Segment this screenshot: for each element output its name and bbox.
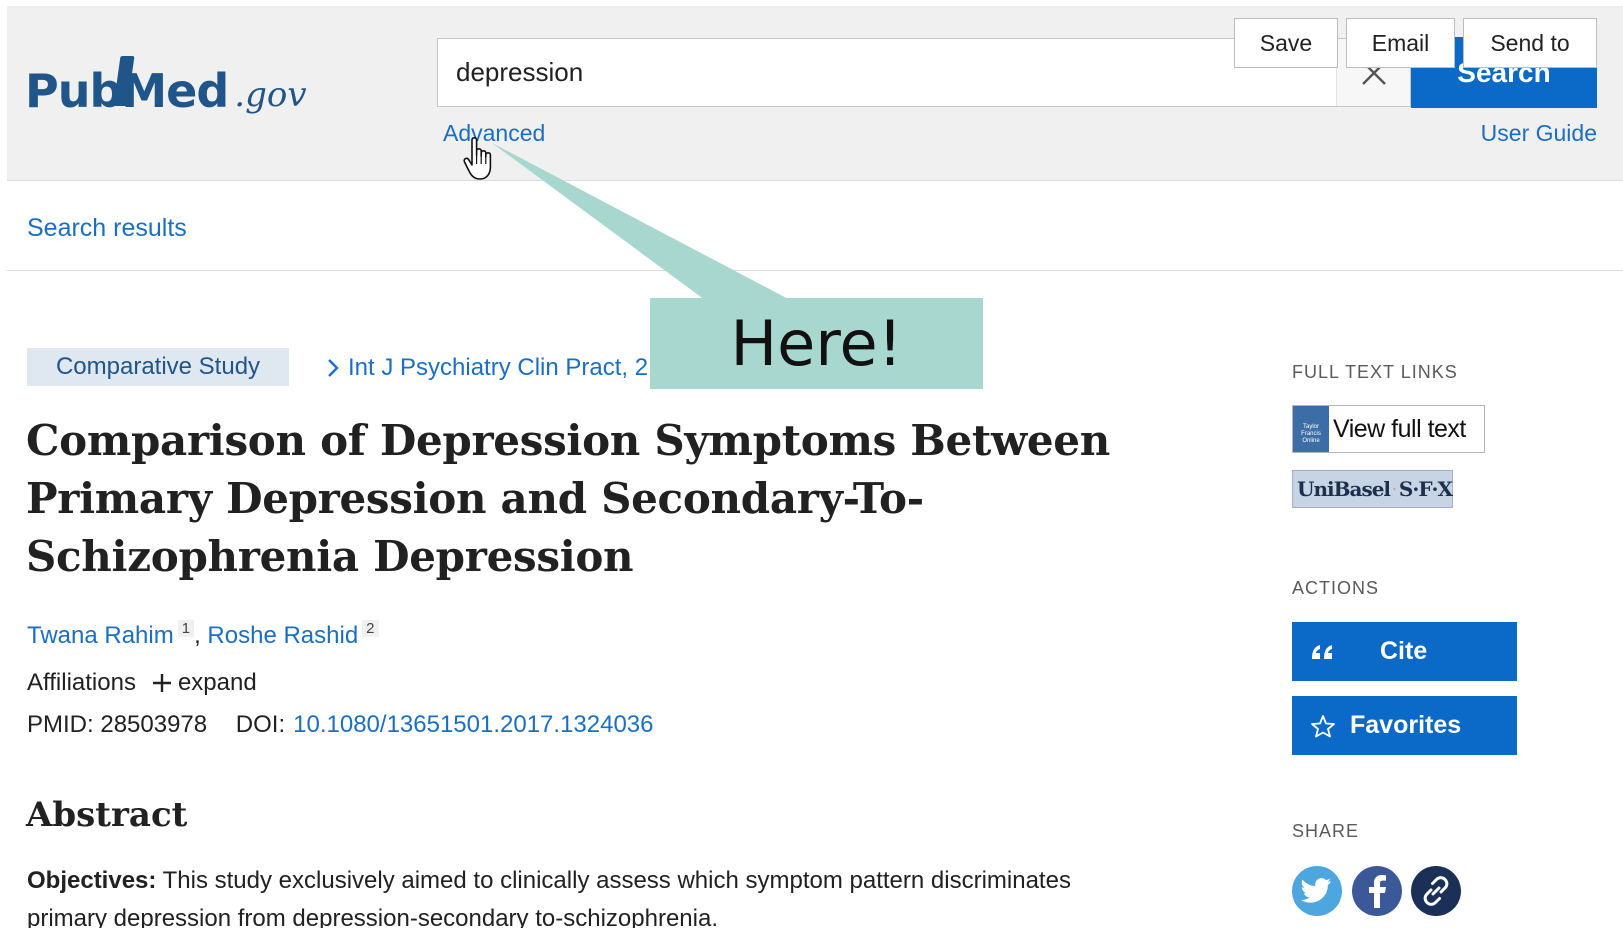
results-toolbar: Search results — [7, 182, 1623, 271]
twitter-icon — [1301, 878, 1331, 903]
objectives-text: This study exclusively aimed to clinical… — [27, 867, 1071, 928]
author-separator: , — [194, 622, 201, 649]
callout-label: Here! — [650, 298, 983, 389]
cite-button[interactable]: Cite — [1292, 622, 1517, 681]
view-full-text-link[interactable]: Taylor Francis Online View full text — [1292, 405, 1485, 453]
identifiers-row: PMID: 28503978 DOI: 10.1080/13651501.2017… — [27, 711, 654, 739]
logo-suffix: .gov — [234, 75, 307, 115]
affiliation-ref[interactable]: 1 — [177, 620, 195, 637]
pubmed-logo[interactable]: Pub Med .gov — [25, 34, 307, 114]
favorites-button[interactable]: Favorites — [1292, 696, 1517, 755]
full-text-links-heading: FULL TEXT LINKS — [1292, 362, 1458, 382]
affiliations-row: Affiliations expand — [27, 669, 257, 697]
email-button[interactable]: Email — [1346, 18, 1455, 68]
plus-icon — [152, 674, 171, 692]
sfx-left-label: UniBasel — [1297, 477, 1391, 501]
share-twitter-button[interactable] — [1292, 866, 1342, 916]
journal-citation-link[interactable]: Int J Psychiatry Clin Pract, 2 — [326, 354, 648, 382]
actions-heading: ACTIONS — [1292, 578, 1380, 598]
pmid-value: 28503978 — [100, 711, 208, 738]
share-permalink-button[interactable] — [1411, 866, 1461, 916]
affiliation-ref[interactable]: 2 — [362, 620, 379, 637]
search-input[interactable] — [438, 39, 1338, 106]
facebook-icon — [1369, 875, 1386, 908]
taylor-francis-logo: Taylor Francis Online — [1293, 406, 1329, 452]
sfx-right-label: S·F·X — [1398, 477, 1453, 501]
view-full-text-label: View full text — [1333, 414, 1466, 443]
author-link[interactable]: Roshe Rashid — [207, 622, 358, 649]
chevron-right-icon — [328, 359, 339, 377]
advanced-search-link[interactable]: Advanced — [443, 120, 545, 147]
sfx-swirl-icon — [1393, 487, 1396, 491]
link-icon — [1423, 876, 1449, 906]
doi-label: DOI: — [235, 711, 286, 738]
abstract-paragraph: Objectives: This study exclusively aimed… — [27, 862, 1147, 928]
publication-type-badge: Comparative Study — [27, 348, 289, 386]
expand-affiliations-button[interactable]: expand — [152, 669, 257, 697]
expand-label: expand — [177, 669, 257, 696]
affiliations-label: Affiliations — [27, 669, 136, 696]
author-link[interactable]: Twana Rahim — [27, 622, 174, 649]
abstract-heading: Abstract — [26, 795, 188, 835]
star-icon — [1311, 714, 1335, 737]
doi-link[interactable]: 10.1080/13651501.2017.1324036 — [293, 711, 653, 738]
logo-wordmark: Pub Med — [25, 56, 229, 118]
user-guide-link[interactable]: User Guide — [1481, 120, 1597, 147]
send-to-button[interactable]: Send to — [1463, 18, 1597, 68]
pmid-label: PMID: — [27, 711, 94, 738]
unibasel-sfx-link[interactable]: UniBasel S·F·X — [1292, 470, 1453, 508]
favorites-label: Favorites — [1350, 711, 1462, 739]
search-results-link[interactable]: Search results — [27, 214, 187, 243]
save-button[interactable]: Save — [1234, 18, 1338, 68]
logo-text-pub: Pub — [25, 64, 122, 118]
author-list: Twana Rahim 1, Roshe Rashid 2 — [27, 620, 379, 650]
share-facebook-button[interactable] — [1352, 866, 1402, 916]
cite-label: Cite — [1380, 637, 1428, 665]
share-heading: SHARE — [1292, 821, 1360, 841]
article-title: Comparison of Depression Symptoms Betwee… — [26, 416, 1110, 581]
logo-book-icon: Med — [113, 56, 229, 114]
objectives-label: Objectives: — [27, 867, 157, 894]
quote-icon — [1312, 644, 1332, 659]
logo-text-med: Med — [121, 64, 229, 118]
journal-name: Int J Psychiatry Clin Pract, 2 — [348, 354, 649, 381]
